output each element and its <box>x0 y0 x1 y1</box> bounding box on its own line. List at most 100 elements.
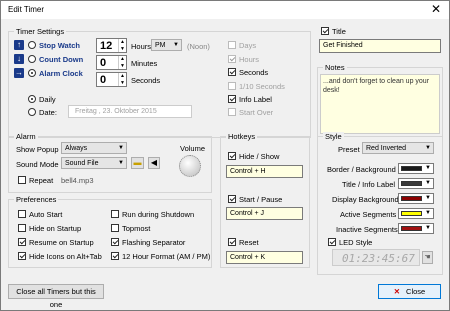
hours-spinner[interactable]: 12 ▲ ▼ <box>96 38 127 53</box>
reset-hotkey-input[interactable]: Control + K <box>226 251 303 264</box>
volume-label: Volume <box>180 144 206 153</box>
title-checkbox[interactable] <box>321 27 329 35</box>
date-value: Freitag , 23. Oktober 2015 <box>75 108 157 115</box>
notes-textarea[interactable]: ...and don't forget to clean up your des… <box>320 74 440 134</box>
start-over-checkbox[interactable] <box>228 108 236 116</box>
hide-icons-alt-tab-label: Hide Icons on Alt+Tab <box>29 252 102 261</box>
start-over-label: Start Over <box>239 108 274 117</box>
active-segments-color-picker[interactable]: ▼ <box>398 208 434 219</box>
info-label-checkbox[interactable] <box>228 95 236 103</box>
arrow-right-icon[interactable]: → <box>14 68 24 78</box>
run-during-shutdown-label: Run during Shutdown <box>122 210 195 219</box>
hours-display-label: Hours <box>239 55 260 64</box>
minutes-value: 0 <box>100 57 107 69</box>
led-style-checkbox[interactable] <box>328 238 336 246</box>
count-down-label: Count Down <box>39 55 84 64</box>
close-all-timers-button[interactable]: Close all Timers but this one <box>8 284 104 309</box>
hide-show-hotkey-value: Control + H <box>230 168 266 175</box>
noon-label: (Noon) <box>187 42 210 51</box>
repeat-checkbox[interactable] <box>18 176 26 184</box>
reset-hotkey-checkbox[interactable] <box>228 238 236 246</box>
resume-on-startup-checkbox[interactable] <box>18 238 26 246</box>
start-pause-hotkey-checkbox[interactable] <box>228 195 236 203</box>
edit-timer-window: Edit Timer ✕ Timer Settings ↑ Stop Watch… <box>0 0 450 311</box>
notes-value: ...and don't forget to clean up your des… <box>323 78 430 94</box>
auto-start-checkbox[interactable] <box>18 210 26 218</box>
hide-on-startup-label: Hide on Startup <box>29 224 82 233</box>
topmost-label: Topmost <box>122 224 151 233</box>
minutes-label: Minutes <box>131 59 158 68</box>
reset-hotkey-value: Control + K <box>230 254 266 261</box>
start-pause-hotkey-label: Start / Pause <box>239 195 283 204</box>
color-swatch <box>401 166 422 171</box>
sound-mode-value: Sound File <box>65 160 99 167</box>
hide-icons-alt-tab-checkbox[interactable] <box>18 252 26 260</box>
arrow-down-icon[interactable]: ↓ <box>14 54 24 64</box>
hide-on-startup-checkbox[interactable] <box>18 224 26 232</box>
start-pause-hotkey-input[interactable]: Control + J <box>226 207 303 220</box>
close-all-timers-label: Close all Timers but this one <box>16 287 96 309</box>
notes-label: Notes <box>323 63 347 72</box>
run-during-shutdown-checkbox[interactable] <box>111 210 119 218</box>
title-info-label-label: Title / Info Label <box>342 180 396 189</box>
speaker-icon[interactable]: ◀ <box>148 157 160 169</box>
minutes-spinner[interactable]: 0 ▲ ▼ <box>96 55 127 70</box>
count-down-radio[interactable] <box>28 55 36 63</box>
ampm-select[interactable]: PM ▼ <box>151 39 182 51</box>
stop-watch-radio[interactable] <box>28 41 36 49</box>
twelve-hour-format-checkbox[interactable] <box>111 252 119 260</box>
flashing-separator-label: Flashing Separator <box>122 238 186 247</box>
chevron-down-icon: ▼ <box>173 42 179 48</box>
close-x-icon: ✕ <box>393 287 401 296</box>
chevron-down-icon: ▼ <box>425 165 431 171</box>
title-input[interactable]: Get Finished <box>319 39 441 53</box>
days-checkbox[interactable] <box>228 41 236 49</box>
auto-start-label: Auto Start <box>29 210 63 219</box>
alarm-label: Alarm <box>14 132 38 141</box>
seconds-spinner[interactable]: 0 ▲ ▼ <box>96 72 127 87</box>
led-preview: 01:23:45:67 <box>332 249 420 266</box>
hours-checkbox[interactable] <box>228 55 236 63</box>
hours-value: 12 <box>100 40 113 52</box>
alarm-clock-radio[interactable] <box>28 69 36 77</box>
hand-pointer-icon[interactable]: ☚ <box>422 251 433 264</box>
title-info-color-picker[interactable]: ▼ <box>398 178 434 189</box>
spinner-arrows-icon[interactable]: ▲ ▼ <box>118 56 126 69</box>
date-picker[interactable]: Freitag , 23. Oktober 2015 <box>68 105 192 118</box>
topmost-checkbox[interactable] <box>111 224 119 232</box>
inactive-segments-color-picker[interactable]: ▼ <box>398 223 434 234</box>
date-radio[interactable] <box>28 108 36 116</box>
color-swatch <box>401 196 422 201</box>
preset-value: Red Inverted <box>366 145 407 152</box>
hide-show-hotkey-input[interactable]: Control + H <box>226 165 303 178</box>
preset-select[interactable]: Red Inverted ▼ <box>362 142 434 154</box>
volume-knob[interactable] <box>179 155 201 177</box>
chevron-down-icon: ▼ <box>425 195 431 201</box>
reset-hotkey-label: Reset <box>239 238 259 247</box>
chevron-down-icon: ▼ <box>425 225 431 231</box>
flashing-separator-checkbox[interactable] <box>111 238 119 246</box>
folder-icon[interactable]: ▬ <box>131 157 144 169</box>
date-label: Date: <box>39 108 57 117</box>
preset-label: Preset <box>338 145 360 154</box>
hide-show-hotkey-label: Hide / Show <box>239 152 280 161</box>
sound-mode-select[interactable]: Sound File ▼ <box>61 157 127 169</box>
hide-show-hotkey-checkbox[interactable] <box>228 152 236 160</box>
arrow-up-icon[interactable]: ↑ <box>14 40 24 50</box>
seconds-checkbox[interactable] <box>228 68 236 76</box>
show-popup-label: Show Popup <box>16 145 59 154</box>
tenth-seconds-checkbox[interactable] <box>228 82 236 90</box>
close-button[interactable]: ✕ Close <box>378 284 441 299</box>
show-popup-select[interactable]: Always ▼ <box>61 142 127 154</box>
chevron-down-icon: ▼ <box>425 145 431 151</box>
chevron-down-icon: ▼ <box>118 145 124 151</box>
spinner-arrows-icon[interactable]: ▲ ▼ <box>118 39 126 52</box>
close-icon[interactable]: ✕ <box>429 2 443 16</box>
spinner-arrows-icon[interactable]: ▲ ▼ <box>118 73 126 86</box>
seconds-value: 0 <box>100 74 107 86</box>
start-pause-hotkey-value: Control + J <box>230 210 265 217</box>
border-background-color-picker[interactable]: ▼ <box>398 163 434 174</box>
display-background-color-picker[interactable]: ▼ <box>398 193 434 204</box>
active-segments-label: Active Segments <box>340 210 397 219</box>
daily-radio[interactable] <box>28 95 36 103</box>
